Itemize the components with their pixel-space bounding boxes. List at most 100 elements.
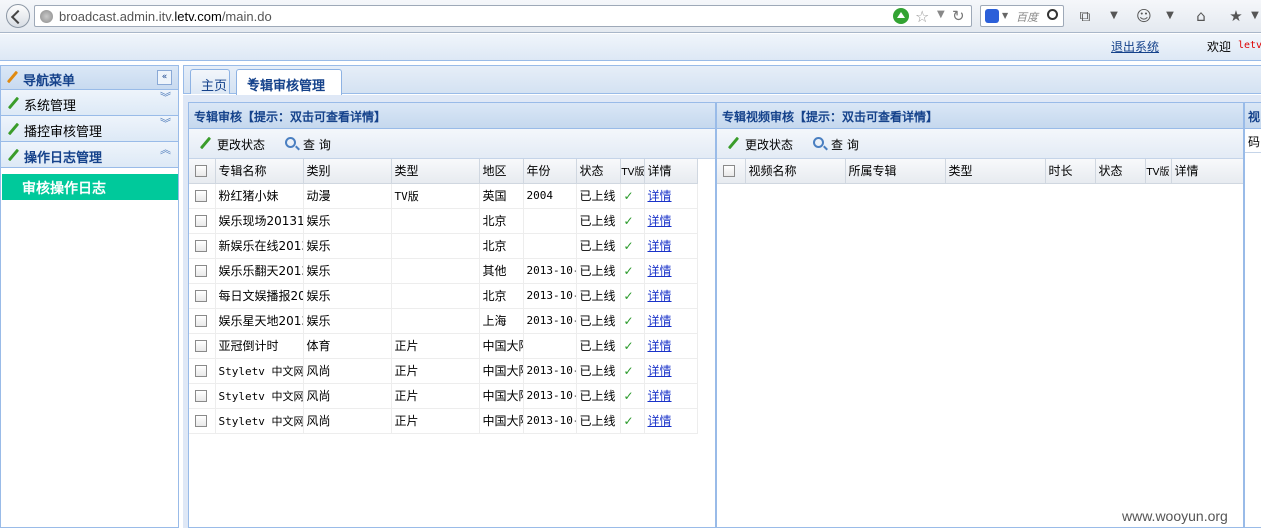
row-select-cell[interactable] <box>189 383 216 409</box>
addon-icon[interactable]: ☺ <box>1135 7 1153 25</box>
column-header[interactable]: 年份 <box>523 159 577 184</box>
detail-link[interactable]: 详情 <box>648 239 672 253</box>
screenshot-icon[interactable]: ⧉ <box>1076 7 1094 25</box>
column-header[interactable]: TV版 <box>620 159 645 184</box>
column-header[interactable]: 地区 <box>479 159 524 184</box>
column-header[interactable]: 类别 <box>303 159 392 184</box>
row-checkbox[interactable] <box>195 340 207 352</box>
column-header[interactable]: TV版 <box>1145 159 1172 184</box>
chevron-down-icon[interactable]: ▼ <box>1105 7 1123 25</box>
chevron-down-icon[interactable]: ▼ <box>937 9 945 20</box>
row-select-cell[interactable] <box>189 183 216 209</box>
back-button[interactable] <box>6 4 30 28</box>
tab-album-review[interactable]: 专辑审核管理 ✕ <box>236 69 342 95</box>
column-header[interactable]: 时长 <box>1045 159 1096 184</box>
detail-link[interactable]: 详情 <box>648 364 672 378</box>
select-all-checkbox[interactable] <box>195 165 207 178</box>
tv-cell: ✓ <box>620 408 645 434</box>
row-checkbox[interactable] <box>195 190 207 202</box>
bookmark-star-icon[interactable]: ☆ <box>915 7 929 26</box>
table-row[interactable]: 每日文娱播报20 娱乐 北京 2013-10- 已上线 ✓ 详情 <box>189 283 698 309</box>
detail-cell: 详情 <box>644 383 698 409</box>
table-row[interactable]: 新娱乐在线2013 娱乐 北京 已上线 ✓ 详情 <box>189 233 698 259</box>
row-select-cell[interactable] <box>189 208 216 234</box>
search-engine-icon[interactable] <box>985 9 999 23</box>
collapse-icon[interactable]: « <box>157 70 172 85</box>
column-header[interactable]: 详情 <box>644 159 698 184</box>
chevron-down-icon[interactable]: ▼ <box>1002 11 1008 20</box>
chevron-down-icon[interactable]: ︾ <box>160 92 171 103</box>
pen-icon <box>7 97 19 109</box>
column-header[interactable]: 视频名称 <box>745 159 846 184</box>
row-checkbox[interactable] <box>195 390 207 402</box>
detail-link[interactable]: 详情 <box>648 189 672 203</box>
tv-cell: ✓ <box>620 233 645 259</box>
tv-cell: ✓ <box>620 358 645 384</box>
column-header[interactable]: 专辑名称 <box>215 159 304 184</box>
tab-home[interactable]: 主页 <box>190 69 230 94</box>
row-select-cell[interactable] <box>189 308 216 334</box>
table-row[interactable]: 娱乐星天地2013 娱乐 上海 2013-10- 已上线 ✓ 详情 <box>189 308 698 334</box>
change-status-button[interactable]: 更改状态 <box>199 135 271 153</box>
reload-icon[interactable]: ↻ <box>952 7 965 25</box>
go-icon[interactable] <box>893 8 909 24</box>
row-checkbox[interactable] <box>195 290 207 302</box>
nav-subitem-review-log[interactable]: 审核操作日志 <box>2 174 178 200</box>
chevron-up-icon[interactable]: ︽ <box>160 144 171 155</box>
select-all-cell[interactable] <box>717 159 746 184</box>
close-icon[interactable]: ✕ <box>247 75 337 90</box>
album-toolbar: 更改状态 查 询 <box>189 129 715 159</box>
chevron-down-icon[interactable]: ︾ <box>160 118 171 129</box>
row-select-cell[interactable] <box>189 233 216 259</box>
nav-item-system[interactable]: 系统管理 ︾ <box>1 90 178 116</box>
home-icon[interactable]: ⌂ <box>1192 7 1210 25</box>
column-header[interactable]: 详情 <box>1171 159 1243 184</box>
column-header[interactable]: 类型 <box>391 159 480 184</box>
change-status-button[interactable]: 更改状态 <box>727 135 799 153</box>
detail-link[interactable]: 详情 <box>648 264 672 278</box>
row-checkbox[interactable] <box>195 265 207 277</box>
table-row[interactable]: Styletv 中文网风尚正片中国大陆2013-10-已上线✓ 详情 <box>189 358 698 384</box>
row-select-cell[interactable] <box>189 408 216 434</box>
column-header[interactable]: 状态 <box>1095 159 1146 184</box>
select-all-checkbox[interactable] <box>723 165 735 178</box>
detail-link[interactable]: 详情 <box>648 314 672 328</box>
table-row[interactable]: 粉红猪小妹 动漫 TV版 英国 2004 已上线 ✓ 详情 <box>189 183 698 209</box>
row-select-cell[interactable] <box>189 258 216 284</box>
column-header[interactable]: 所属专辑 <box>845 159 946 184</box>
table-row[interactable]: Styletv 中文网风尚正片中国大陆2013-10-已上线✓ 详情 <box>189 408 698 434</box>
row-checkbox[interactable] <box>195 365 207 377</box>
row-checkbox[interactable] <box>195 215 207 227</box>
row-checkbox[interactable] <box>195 415 207 427</box>
column-header[interactable]: 状态 <box>576 159 621 184</box>
address-bar[interactable]: broadcast.admin.itv.letv.com/main.do ☆ ▼… <box>34 5 972 27</box>
detail-link[interactable]: 详情 <box>648 389 672 403</box>
table-row[interactable]: 娱乐乐翻天2013 娱乐 其他 2013-10- 已上线 ✓ 详情 <box>189 258 698 284</box>
chevron-down-icon[interactable]: ▼ <box>1246 7 1261 25</box>
detail-link[interactable]: 详情 <box>648 289 672 303</box>
search-icon[interactable] <box>1047 9 1058 20</box>
detail-link[interactable]: 详情 <box>648 339 672 353</box>
pen-icon <box>727 137 739 149</box>
panel-title: 专辑视频审核【提示：双击可查看详情】 <box>722 110 939 124</box>
detail-link[interactable]: 详情 <box>648 414 672 428</box>
table-row[interactable]: 娱乐现场201310 娱乐 北京 已上线 ✓ 详情 <box>189 208 698 234</box>
query-button[interactable]: 查 询 <box>285 135 341 153</box>
query-button[interactable]: 查 询 <box>813 135 869 153</box>
bookmarks-icon[interactable]: ★ <box>1227 7 1245 25</box>
column-header[interactable]: 类型 <box>945 159 1046 184</box>
detail-link[interactable]: 详情 <box>648 214 672 228</box>
row-checkbox[interactable] <box>195 315 207 327</box>
table-row[interactable]: 亚冠倒计时体育正片中国大陆 已上线✓ 详情 <box>189 333 698 359</box>
nav-item-broadcast-review[interactable]: 播控审核管理 ︾ <box>1 116 178 142</box>
row-select-cell[interactable] <box>189 358 216 384</box>
chevron-down-icon[interactable]: ▼ <box>1161 7 1179 25</box>
row-select-cell[interactable] <box>189 283 216 309</box>
nav-item-operation-log[interactable]: 操作日志管理 ︽ <box>1 142 178 168</box>
table-row[interactable]: Styletv 中文网风尚正片中国大陆2013-10-已上线✓ 详情 <box>189 383 698 409</box>
search-box[interactable]: ▼ 百度 <box>980 5 1064 27</box>
row-select-cell[interactable] <box>189 333 216 359</box>
row-checkbox[interactable] <box>195 240 207 252</box>
select-all-cell[interactable] <box>189 159 216 184</box>
logout-link[interactable]: 退出系统 <box>1111 38 1159 55</box>
